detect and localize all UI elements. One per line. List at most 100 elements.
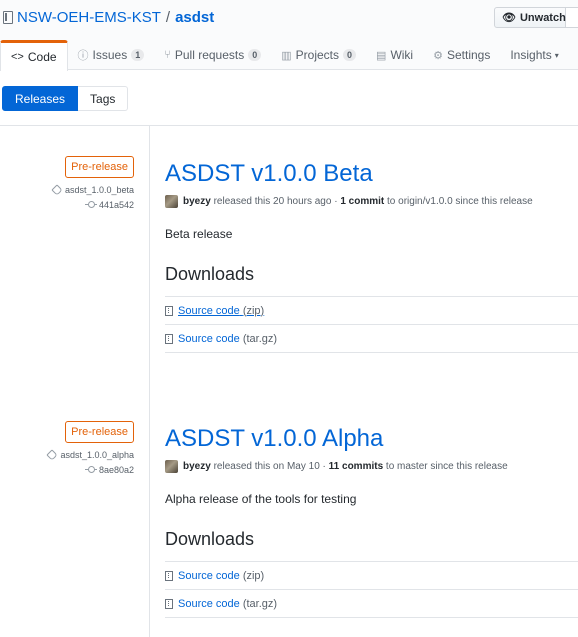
book-icon: ▤ [376,49,387,62]
tab-insights[interactable]: Insights ▾ [500,40,568,70]
tab-issues[interactable]: ⓘ Issues 1 [68,40,155,70]
issues-counter: 1 [131,49,145,61]
release-subnav: Releases Tags [2,86,129,111]
pull-request-icon: ⑂ [164,49,171,61]
repo-header: NSW-OEH-EMS-KST / asdst 👁 Unwatch ▾ <> C… [0,0,578,71]
release-body: ASDST v1.0.0 Alpha byezy released this o… [165,425,578,618]
repo-title: NSW-OEH-EMS-KST / asdst [3,9,214,26]
release-meta: Pre-release asdst_1.0.0_alpha 8ae80a2 [4,421,134,475]
tab-settings-label: Settings [446,48,491,62]
release-tag[interactable]: asdst_1.0.0_alpha [4,449,134,461]
source-code-zip-link[interactable]: Source code (zip) [178,305,264,317]
gear-icon: ⚙ [433,49,443,62]
source-code-tar-link[interactable]: Source code (tar.gz) [178,333,277,345]
commits-link[interactable]: 1 commit [340,196,384,207]
release-description: Alpha release of the tools for testing [165,492,357,506]
source-code-tar-link[interactable]: Source code (tar.gz) [178,598,277,610]
avatar[interactable] [165,460,178,473]
release-description: Beta release [165,227,233,241]
prerelease-badge: Pre-release [65,421,134,443]
unwatch-button[interactable]: 👁 Unwatch ▾ [494,7,574,28]
release-body: ASDST v1.0.0 Beta byezy released this 20… [165,160,578,353]
repo-icon [3,11,13,24]
download-label: Source code [178,332,240,345]
repo-separator: / [165,9,171,26]
tags-tab[interactable]: Tags [78,86,129,111]
release-commit-sha: 8ae80a2 [98,465,134,475]
download-item: Source code (zip) [165,297,578,325]
release-byline: byezy released this 20 hours ago · 1 com… [165,195,578,208]
tab-issues-label: Issues [92,48,128,62]
code-icon: <> [11,51,24,63]
released-text: released this 20 hours ago [213,196,332,207]
project-icon: ▥ [281,49,292,62]
branch-text: to master since this release [385,461,508,472]
release-tag-label: asdst_1.0.0_beta [64,185,134,195]
release-commit[interactable]: 441a542 [4,200,134,210]
projects-counter: 0 [343,49,357,61]
download-item: Source code (tar.gz) [165,590,578,618]
release-title-link[interactable]: ASDST v1.0.0 Beta [165,160,578,188]
tab-pull-requests-label: Pull requests [174,48,245,62]
tab-wiki-label: Wiki [390,48,414,62]
timeline-divider [149,126,150,637]
branch-text: to origin/v1.0.0 since this release [387,196,533,207]
tab-code-label: Code [27,50,57,64]
download-item: Source code (tar.gz) [165,325,578,353]
source-code-zip-link[interactable]: Source code (zip) [178,570,264,582]
download-label: Source code [178,304,240,317]
download-label: Source code [178,597,240,610]
file-zip-icon [165,598,173,609]
tab-code[interactable]: <> Code [0,40,68,71]
download-format: (tar.gz) [242,597,278,610]
repo-name-link[interactable]: asdst [175,9,214,26]
download-label: Source code [178,569,240,582]
dot-separator: · [334,196,338,207]
tab-projects-label: Projects [295,48,340,62]
release-title-link[interactable]: ASDST v1.0.0 Alpha [165,425,578,453]
file-zip-icon [165,333,173,344]
release-byline: byezy released this on May 10 · 11 commi… [165,460,578,473]
issue-icon: ⓘ [77,50,89,62]
downloads-list: Source code (zip) Source code (tar.gz) [165,561,578,618]
download-format: (zip) [242,569,265,582]
tab-pull-requests[interactable]: ⑂ Pull requests 0 [154,40,271,70]
download-format: (tar.gz) [242,332,278,345]
release-commit[interactable]: 8ae80a2 [4,465,134,475]
commit-icon [84,201,97,208]
repo-owner-link[interactable]: NSW-OEH-EMS-KST [17,9,161,26]
repo-nav: <> Code ⓘ Issues 1 ⑂ Pull requests 0 ▥ P… [0,40,569,71]
author-link[interactable]: byezy [183,461,211,472]
release-meta: Pre-release asdst_1.0.0_beta 441a542 [4,156,134,210]
author-link[interactable]: byezy [183,196,211,207]
file-zip-icon [165,570,173,581]
tab-settings[interactable]: ⚙ Settings [423,40,500,70]
eye-icon: 👁 [502,12,516,24]
release-tag-label: asdst_1.0.0_alpha [60,450,134,460]
watch-count[interactable] [566,7,578,28]
tag-icon [46,449,59,461]
downloads-heading: Downloads [165,529,255,549]
downloads-heading: Downloads [165,264,255,284]
commits-link[interactable]: 11 commits [329,461,383,472]
divider [0,125,578,126]
releases-tab[interactable]: Releases [2,86,79,111]
download-format: (zip) [242,304,265,317]
avatar[interactable] [165,195,178,208]
tab-insights-label: Insights [510,48,552,62]
commit-icon [84,466,97,473]
release-tag[interactable]: asdst_1.0.0_beta [4,184,134,196]
downloads-list: Source code (zip) Source code (tar.gz) [165,296,578,353]
file-zip-icon [165,305,173,316]
download-item: Source code (zip) [165,562,578,590]
unwatch-label: Unwatch [519,11,566,24]
chevron-down-icon: ▾ [554,50,559,60]
tag-icon [51,184,63,196]
prerelease-badge: Pre-release [65,156,134,178]
release-commit-sha: 441a542 [98,200,134,210]
released-text: released this on May 10 [213,461,320,472]
pulls-counter: 0 [248,49,262,61]
tab-projects[interactable]: ▥ Projects 0 [271,40,366,70]
tab-wiki[interactable]: ▤ Wiki [366,40,423,70]
dot-separator: · [322,461,326,472]
